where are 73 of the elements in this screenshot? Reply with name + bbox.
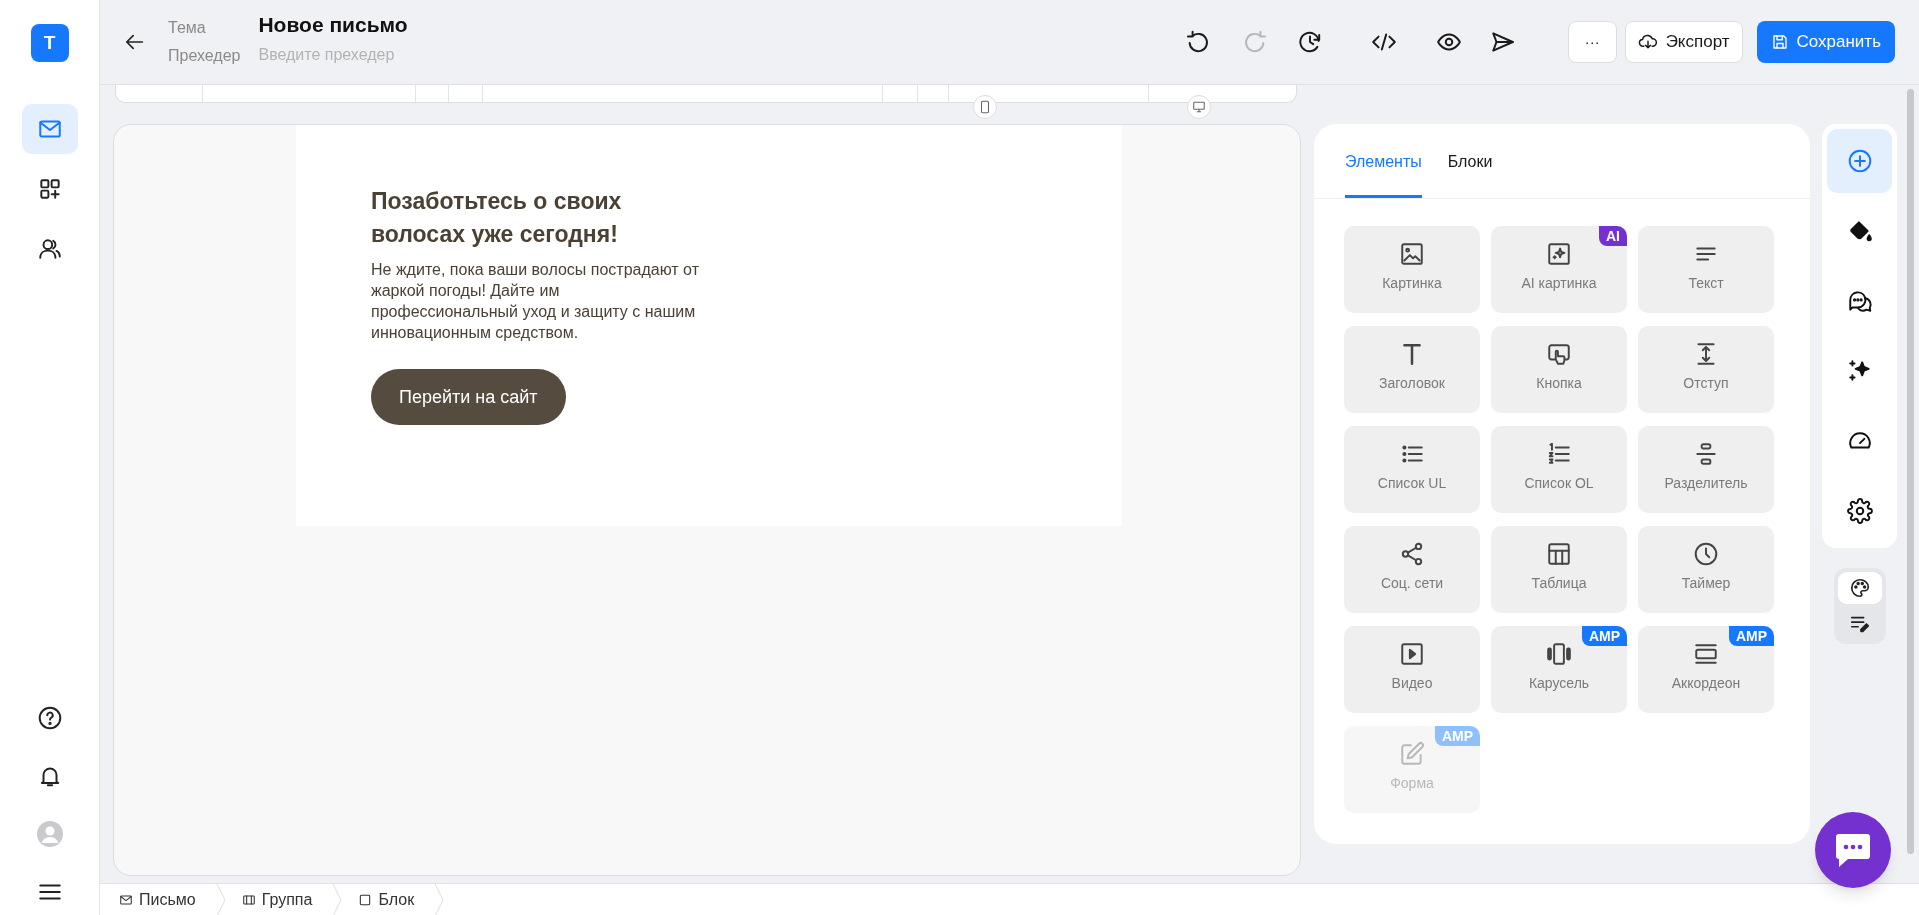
- element-badge: AMP: [1728, 626, 1774, 646]
- save-button[interactable]: Сохранить: [1756, 21, 1895, 63]
- numbered-list-icon: [1546, 441, 1572, 467]
- element-tile[interactable]: Таблица: [1491, 526, 1627, 613]
- send-button[interactable]: [1489, 29, 1516, 55]
- email-body-text: Не ждите, пока ваши волосы пострадают от жаркой погоды! Дайте им профессиональный уход и защиту с нашим инновационным средством.: [371, 260, 700, 343]
- element-tile[interactable]: Список UL: [1344, 426, 1480, 513]
- more-button[interactable]: ···: [1567, 21, 1617, 63]
- email-content-block[interactable]: Позаботьтесь о своих волосах уже сегодня! Не ждите, пока ваши волосы пострадают от жаркой погоды! Дайте им профессиональный уход и защиту с нашим инновационным средством. Перейти на сайт: [296, 125, 1122, 526]
- chat-button[interactable]: [1815, 812, 1891, 888]
- sparkles-icon: [1846, 358, 1873, 384]
- chat-bubble-icon: [1834, 832, 1872, 868]
- preheader-field[interactable]: Введите прехедер: [258, 44, 479, 66]
- element-badge: AI: [1599, 226, 1627, 246]
- subject-field[interactable]: Новое письмо: [258, 12, 479, 38]
- app-logo[interactable]: T: [30, 24, 69, 62]
- carousel-icon: [1546, 641, 1572, 667]
- preheader-label: Прехедер: [168, 46, 241, 66]
- panel-tab[interactable]: Элементы: [1345, 124, 1422, 198]
- help-button[interactable]: [36, 705, 63, 731]
- sparkle-image-icon: [1546, 241, 1572, 267]
- share-nodes-icon: [1399, 541, 1425, 567]
- subject-label: Тема: [168, 18, 207, 38]
- smartphone-icon: [978, 100, 992, 114]
- chat-bubbles-icon: [1846, 288, 1873, 314]
- breadcrumb-item[interactable]: Группа: [225, 884, 333, 915]
- columns-icon: [241, 892, 256, 907]
- avatar-icon: [36, 821, 63, 847]
- element-badge: AMP: [1434, 726, 1480, 746]
- element-tile[interactable]: Текст: [1638, 226, 1774, 313]
- button-click-icon: [1546, 341, 1572, 367]
- history-icon: [1296, 29, 1323, 55]
- add-circle-icon: [1846, 148, 1873, 174]
- element-tile[interactable]: AMP Аккордеон: [1638, 626, 1774, 713]
- monitor-icon: [1192, 100, 1206, 114]
- element-tile[interactable]: Таймер: [1638, 526, 1774, 613]
- element-tile[interactable]: Видео: [1344, 626, 1480, 713]
- element-badge: AMP: [1581, 626, 1627, 646]
- scrollbar[interactable]: [1907, 89, 1914, 854]
- breadcrumb-item[interactable]: Письмо: [100, 884, 216, 915]
- edit-form-icon: [1399, 741, 1425, 767]
- square-icon: [358, 892, 373, 907]
- desktop-view-button[interactable]: [1187, 95, 1211, 119]
- email-cta-button[interactable]: Перейти на сайт: [371, 369, 566, 425]
- send-icon: [1489, 29, 1516, 55]
- element-tile[interactable]: AMP Карусель: [1491, 626, 1627, 713]
- mode-switch-button[interactable]: [1837, 572, 1882, 604]
- play-square-icon: [1399, 641, 1425, 667]
- settings-icon: [1846, 498, 1873, 524]
- envelope-icon: [119, 892, 133, 907]
- element-tile[interactable]: Отступ: [1638, 326, 1774, 413]
- undo-icon: [1184, 29, 1211, 55]
- history-button[interactable]: [1296, 29, 1323, 55]
- breadcrumb-item[interactable]: Блок: [342, 884, 435, 915]
- element-tile[interactable]: Картинка: [1344, 226, 1480, 313]
- element-tile[interactable]: Соц. сети: [1344, 526, 1480, 613]
- export-button[interactable]: Экспорт: [1624, 21, 1743, 63]
- undo-button[interactable]: [1184, 29, 1211, 55]
- element-tile[interactable]: AI AI картинка: [1491, 226, 1627, 313]
- table-icon: [1546, 541, 1572, 567]
- mobile-view-button[interactable]: [973, 95, 997, 119]
- panel-tab[interactable]: Блоки: [1447, 124, 1493, 198]
- palette-icon: [1848, 577, 1871, 599]
- email-heading: Позаботьтесь о своих волосах уже сегодня!: [371, 187, 623, 249]
- help-icon: [36, 705, 63, 731]
- element-tile[interactable]: Разделитель: [1638, 426, 1774, 513]
- clock-icon: [1693, 541, 1719, 567]
- users-icon: [36, 236, 63, 262]
- image-icon: [1399, 241, 1425, 267]
- accordion-icon: [1693, 641, 1719, 667]
- element-tile[interactable]: Список OL: [1491, 426, 1627, 513]
- element-tile[interactable]: Кнопка: [1491, 326, 1627, 413]
- element-tile[interactable]: Заголовок: [1344, 326, 1480, 413]
